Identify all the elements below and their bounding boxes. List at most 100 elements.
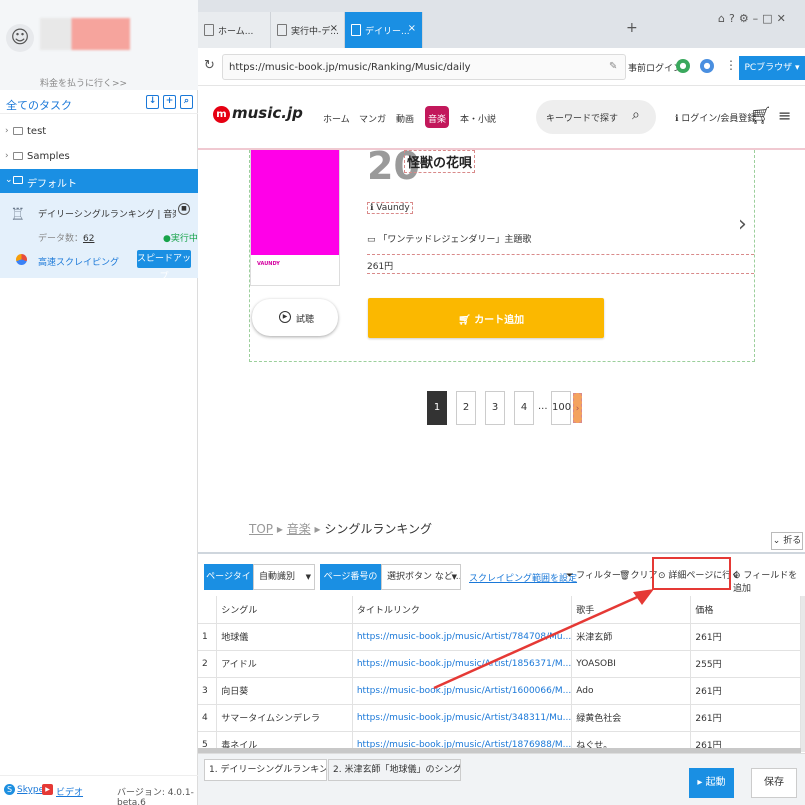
- page-2[interactable]: 2: [456, 391, 476, 425]
- tree-folder-test[interactable]: › test: [0, 120, 198, 144]
- window-controls[interactable]: ⌂?⚙–□✕: [718, 12, 790, 25]
- tab-running[interactable]: 実行中-デ... ×: [271, 12, 345, 48]
- page-1[interactable]: 1: [427, 391, 447, 425]
- pc-browser-dropdown[interactable]: PCブラウザ ▾: [739, 56, 805, 80]
- task-card[interactable]: ♖ デイリーシングルランキング | 音楽ダウン... ■ データ数：62 ●実行…: [0, 193, 198, 282]
- cover-art: [251, 150, 339, 255]
- column-header[interactable]: 価格: [690, 596, 801, 624]
- login-link[interactable]: ℹ ログイン/会員登録: [675, 111, 756, 124]
- workflow-tab-2[interactable]: 2. 米津玄師「地球儀」のシングル... ⊗: [328, 759, 461, 781]
- price-cell: 261円: [690, 623, 801, 651]
- music-jp-logo-icon[interactable]: m: [213, 106, 230, 123]
- edit-icon[interactable]: ✎: [609, 61, 617, 72]
- arrow-shaft: [433, 592, 645, 690]
- breadcrumb-music[interactable]: 音楽: [287, 522, 311, 536]
- filter-icon: ⏷: [566, 571, 574, 581]
- song-title[interactable]: 怪獣の花唄: [404, 150, 476, 173]
- vertical-scrollbar[interactable]: [801, 596, 805, 752]
- extension-icon[interactable]: ●: [676, 59, 690, 73]
- home-icon: [204, 24, 214, 36]
- title-link-cell[interactable]: https://music-book.jp/music/Artist/34831…: [352, 704, 573, 732]
- add-to-cart-label: 🛒︎ カート追加: [458, 315, 525, 326]
- new-task-icon[interactable]: +: [163, 95, 176, 109]
- skype-icon[interactable]: S: [4, 784, 15, 795]
- close-icon[interactable]: ×: [330, 23, 338, 34]
- filter-button[interactable]: ⏷ フィルター: [566, 568, 621, 581]
- workflow-tab-label: 2. 米津玄師「地球儀」のシングル...: [333, 765, 461, 775]
- tab-label: デイリー...: [365, 27, 410, 37]
- column-header[interactable]: シングル: [216, 596, 353, 624]
- data-count-value[interactable]: 62: [83, 234, 94, 244]
- tab-daily[interactable]: デイリー... ×: [345, 12, 423, 48]
- workflow-tab-1[interactable]: 1. デイリーシングルランキング | ...: [204, 759, 327, 781]
- nav-manga[interactable]: マンガ: [359, 112, 386, 125]
- menu-icon[interactable]: ≡: [778, 106, 791, 125]
- cart-icon[interactable]: 🛒︎: [750, 106, 772, 126]
- tree-folder-default[interactable]: ⌄ デフォルト: [0, 169, 198, 193]
- page-type-select[interactable]: 自動識別 ▼: [253, 564, 315, 590]
- site-logo[interactable]: music.jp: [232, 104, 303, 122]
- collapse-button[interactable]: ⌄ 折る: [771, 532, 803, 550]
- nav-video[interactable]: 動画: [396, 112, 414, 125]
- start-label: 起動: [705, 777, 726, 788]
- start-button[interactable]: ▸ 起動: [689, 768, 734, 798]
- save-button[interactable]: 保存: [751, 768, 797, 798]
- user-agent-icon[interactable]: ●: [700, 59, 714, 73]
- filter-label: フィルター: [576, 571, 621, 581]
- all-tasks-label[interactable]: 全てのタスク: [6, 97, 72, 113]
- url-input[interactable]: https://music-book.jp/music/Ranking/Musi…: [222, 54, 626, 80]
- next-page-icon[interactable]: ›: [573, 393, 582, 423]
- artist-link[interactable]: ℹ Vaundy: [367, 202, 413, 214]
- nav-music[interactable]: 音楽: [428, 112, 446, 125]
- chevron-right-icon[interactable]: ›: [738, 212, 747, 237]
- task-sidebar: ☺ 料金を払うに行く>> 全てのタスク ↓ + ⌕ › test › Sampl…: [0, 0, 198, 805]
- nav-home[interactable]: ホーム: [323, 112, 350, 125]
- reload-icon[interactable]: ↻: [204, 58, 215, 73]
- import-icon[interactable]: ↓: [146, 95, 159, 109]
- more-icon[interactable]: ⋮: [725, 58, 737, 72]
- row-index: 2: [198, 650, 218, 678]
- search-task-icon[interactable]: ⌕: [180, 95, 193, 109]
- add-field-button[interactable]: ⊕ フィールドを追加: [733, 568, 805, 594]
- page-number-value: 選択ボタン など...: [387, 572, 461, 582]
- trial-listen-button[interactable]: ▶ 試聴: [252, 299, 338, 336]
- collapse-label: 折る: [783, 536, 802, 546]
- cart-button-text: カート追加: [474, 315, 525, 326]
- video-link[interactable]: ビデオ: [56, 785, 83, 798]
- pay-link[interactable]: 料金を払うに行く>>: [40, 76, 160, 89]
- stop-icon[interactable]: ■: [178, 203, 190, 215]
- pre-login-button[interactable]: 事前ログイン: [628, 61, 682, 74]
- scrape-range-link[interactable]: スクレイピング範囲を設定: [469, 571, 577, 584]
- site-search-input[interactable]: キーワードで探す ⌕: [536, 100, 656, 134]
- breadcrumb-top[interactable]: TOP: [249, 522, 273, 536]
- close-icon[interactable]: ×: [408, 23, 416, 34]
- price-cell: 255円: [690, 650, 801, 678]
- video-icon[interactable]: ▶: [42, 784, 53, 795]
- page-100[interactable]: 100: [551, 391, 571, 425]
- add-to-cart-button[interactable]: 🛒︎ カート追加: [368, 298, 604, 338]
- tree-folder-samples[interactable]: › Samples: [0, 145, 198, 169]
- row-index: 1: [198, 623, 218, 651]
- price-cell: 261円: [690, 704, 801, 732]
- table-row[interactable]: 4 サマータイムシンデレラ https://music-book.jp/music/…: [198, 704, 801, 732]
- price-cell: 261円: [690, 677, 801, 705]
- page-4[interactable]: 4: [514, 391, 534, 425]
- task-title[interactable]: デイリーシングルランキング | 音楽ダウン...: [38, 207, 176, 220]
- nav-books[interactable]: 本・小説: [460, 112, 496, 125]
- skype-link[interactable]: Skype: [17, 785, 44, 795]
- breadcrumb-separator-icon: ▸: [314, 522, 325, 536]
- new-tab-icon[interactable]: +: [626, 20, 638, 36]
- fast-scrape-label: 高速スクレイピング: [38, 258, 120, 268]
- album-cover[interactable]: VAUNDY: [250, 150, 340, 286]
- address-bar: ↻ https://music-book.jp/music/Ranking/Mu…: [198, 48, 805, 86]
- search-icon[interactable]: ⌕: [632, 107, 640, 123]
- tab-home[interactable]: ホーム...: [198, 12, 271, 48]
- page-3[interactable]: 3: [485, 391, 505, 425]
- avatar[interactable]: ☺: [6, 24, 34, 52]
- red-arrow-annotation: [433, 589, 654, 690]
- speed-up-button[interactable]: スピードアップ: [137, 250, 191, 282]
- single-cell: アイドル: [216, 650, 353, 678]
- page-ellipsis: ...: [538, 401, 548, 412]
- blurred-username: [40, 18, 130, 50]
- cover-artist-label: VAUNDY: [257, 261, 280, 267]
